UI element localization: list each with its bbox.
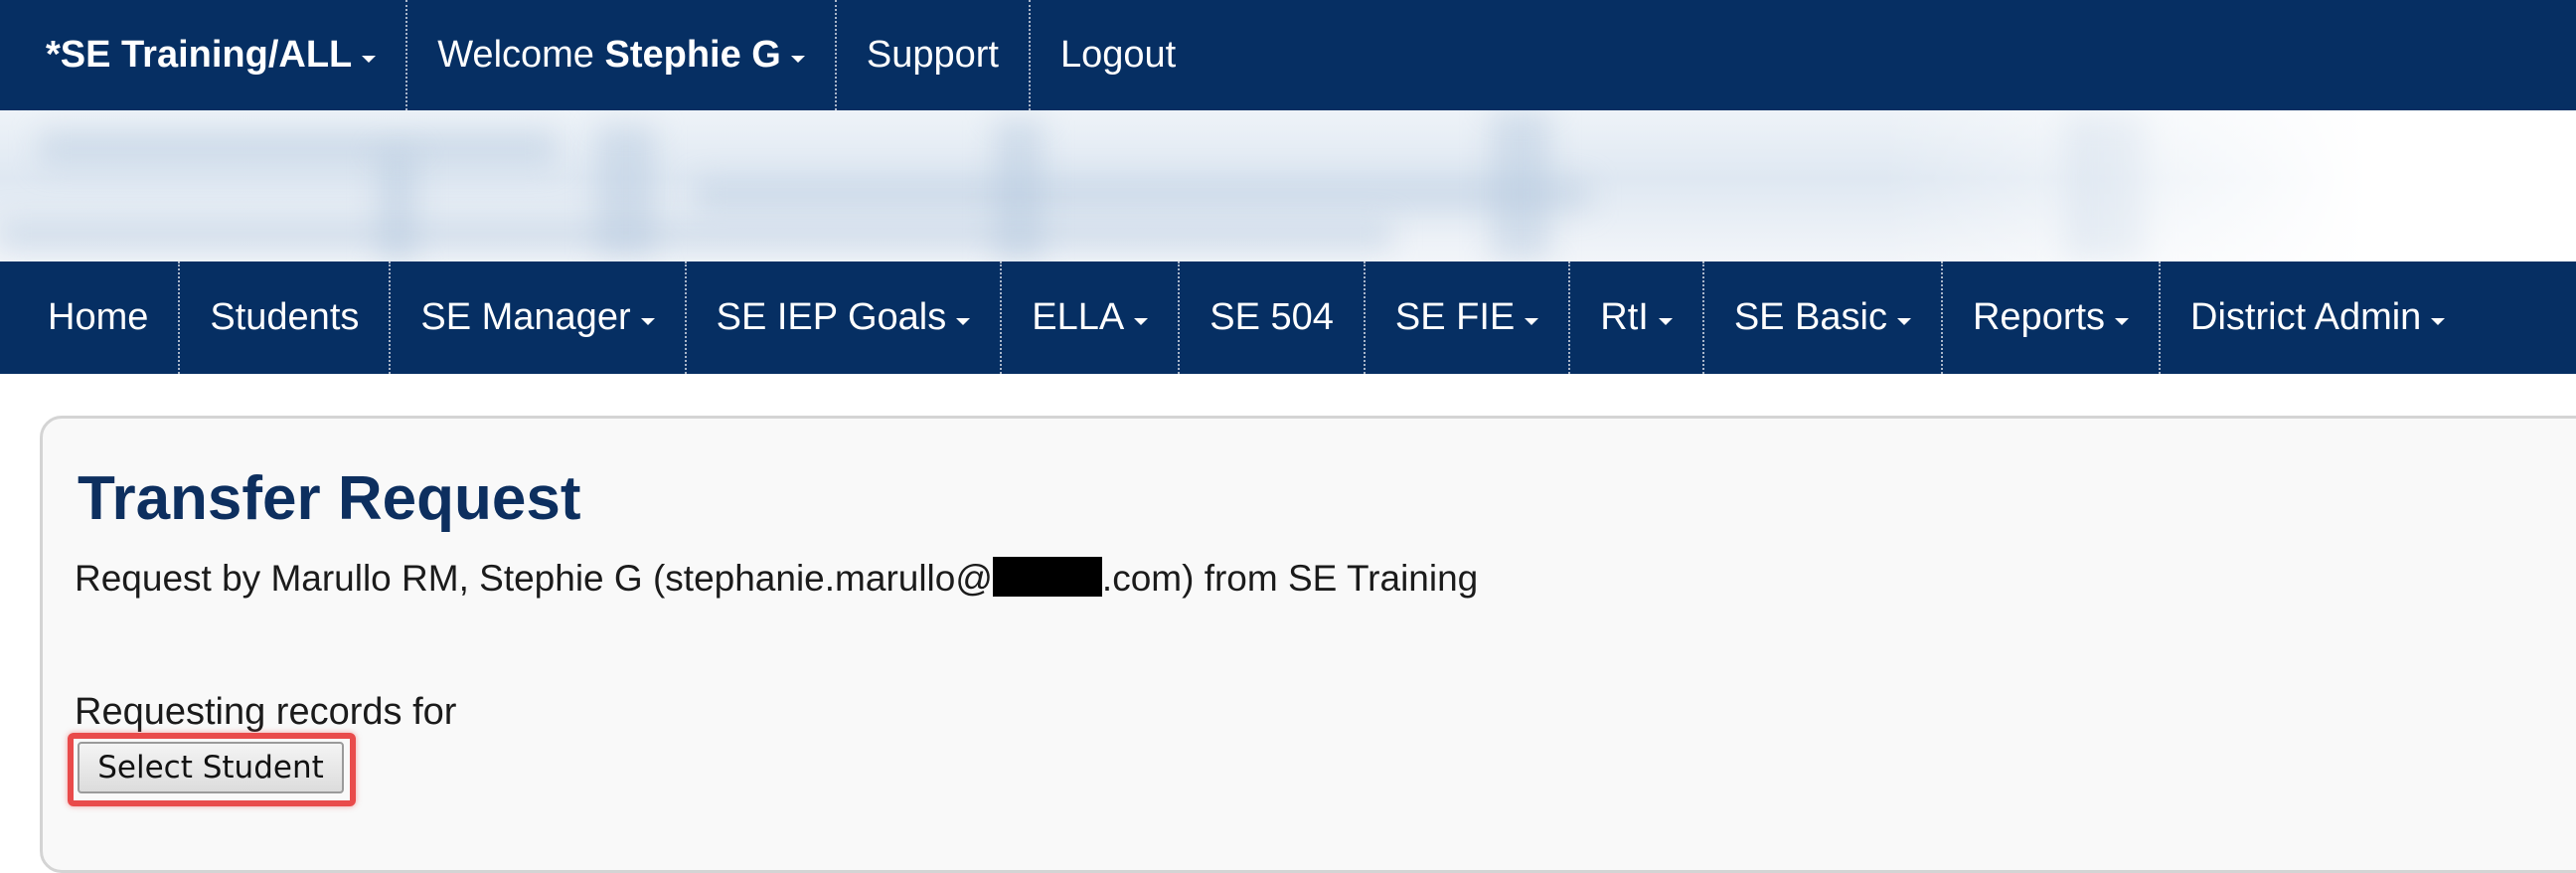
select-student-button[interactable]: Select Student [78,742,344,793]
nav-se-manager-label: SE Manager [420,296,631,338]
requesting-records-label: Requesting records for [75,691,457,733]
nav-se-fie-label: SE FIE [1394,296,1516,338]
request-info: Request by Marullo RM, Stephie G (stepha… [75,557,1478,600]
caret-down-icon [362,56,377,63]
caret-down-icon [1525,318,1539,325]
nav-se-manager[interactable]: SE Manager [391,262,687,374]
nav-ella[interactable]: ELLA [1002,262,1181,374]
caret-down-icon [790,56,805,63]
page-title: Transfer Request [78,464,581,533]
nav-se-fie[interactable]: SE FIE [1366,262,1571,374]
caret-down-icon [2431,318,2446,325]
nav-students[interactable]: Students [180,262,392,374]
nav-se-basic[interactable]: SE Basic [1704,262,1943,374]
redaction-block [992,557,1102,597]
header-banner [0,110,2576,262]
nav-se-iep-goals-label: SE IEP Goals [716,296,947,338]
site-selector-label: *SE Training/ALL [46,34,353,76]
nav-se-504-label: SE 504 [1209,296,1334,338]
user-name: Stephie G [604,34,781,76]
caret-down-icon [1658,318,1673,325]
main-nav: Home Students SE Manager SE IEP Goals EL… [0,262,2576,374]
welcome-prefix: Welcome [437,34,605,76]
nav-home[interactable]: Home [0,262,181,374]
site-selector[interactable]: *SE Training/ALL [0,0,408,110]
nav-rti-label: RtI [1600,296,1649,338]
nav-district-admin-label: District Admin [2190,296,2422,338]
top-bar: *SE Training/ALL Welcome Stephie G Suppo… [0,0,2576,110]
nav-students-label: Students [210,296,360,338]
nav-reports[interactable]: Reports [1943,262,2162,374]
request-prefix: Request by Marullo RM, Stephie G (stepha… [75,558,993,599]
caret-down-icon [640,318,655,325]
nav-district-admin[interactable]: District Admin [2161,262,2475,374]
nav-rti[interactable]: RtI [1570,262,1704,374]
support-link[interactable]: Support [837,0,1031,110]
nav-home-label: Home [48,296,149,338]
nav-se-504[interactable]: SE 504 [1180,262,1366,374]
logout-link[interactable]: Logout [1031,0,1206,110]
nav-se-iep-goals[interactable]: SE IEP Goals [687,262,1003,374]
caret-down-icon [1896,318,1911,325]
nav-se-basic-label: SE Basic [1733,296,1887,338]
caret-down-icon [2115,318,2130,325]
caret-down-icon [956,318,971,325]
caret-down-icon [1134,318,1149,325]
user-menu[interactable]: Welcome Stephie G [407,0,837,110]
nav-reports-label: Reports [1972,296,2106,338]
request-suffix: .com) from SE Training [1101,558,1479,599]
nav-ella-label: ELLA [1032,296,1125,338]
